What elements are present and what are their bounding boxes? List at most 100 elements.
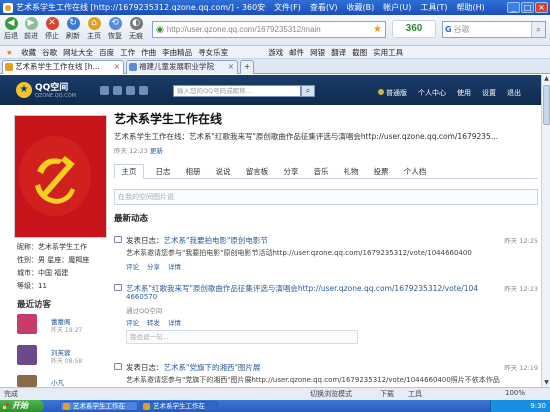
search-engine-icon[interactable]: G: [445, 25, 452, 34]
favorites-item[interactable]: 谷歌: [42, 47, 57, 58]
address-bar[interactable]: ◉ http://user.qzone.qq.com/1679235312/ma…: [152, 21, 386, 38]
favorites-item[interactable]: 李由精品: [162, 47, 192, 58]
forward-link[interactable]: 转发: [147, 317, 160, 327]
search-input[interactable]: 谷歌: [454, 24, 470, 35]
menu-tools[interactable]: 工具(T): [420, 2, 447, 13]
profile-avatar[interactable]: [14, 115, 107, 238]
favorites-item[interactable]: 截图: [352, 47, 367, 58]
new-tab-button[interactable]: +: [240, 60, 254, 74]
share-link[interactable]: 分享: [147, 261, 160, 271]
tab-vote[interactable]: 投票: [370, 165, 392, 179]
refresh-button[interactable]: ↻ 刷新: [63, 17, 83, 41]
favorites-item[interactable]: 游戏: [268, 47, 283, 58]
nav-logout[interactable]: 退出: [507, 88, 521, 98]
detail-link[interactable]: 详情: [168, 261, 181, 271]
game-icon[interactable]: [139, 86, 148, 95]
tab-home[interactable]: 主页: [114, 164, 144, 179]
app-icon[interactable]: [126, 86, 135, 95]
favorites-item[interactable]: 网银: [310, 47, 325, 58]
feed-title-link[interactable]: 艺术系"党旗下的湘西"图片展: [164, 363, 261, 372]
message-icon[interactable]: [113, 86, 122, 95]
360-logo[interactable]: 360: [392, 20, 436, 38]
avatar[interactable]: [17, 314, 37, 334]
qzone-search-button[interactable]: ⌕: [301, 85, 315, 97]
scroll-up-icon[interactable]: ▲: [543, 75, 550, 83]
tab-guestbook[interactable]: 留言板: [242, 165, 272, 179]
favorites-item[interactable]: 寻女乐室: [198, 47, 228, 58]
scroll-thumb[interactable]: [543, 85, 550, 125]
main-content: 艺术系学生工作在线 艺术系学生工作在线：艺术系"红歌我来写"原创歌曲作品征集评选…: [114, 107, 538, 387]
favorites-item[interactable]: ★ 收藏: [6, 47, 36, 58]
tab-close-icon[interactable]: ×: [228, 61, 234, 73]
favorites-item[interactable]: 作曲: [141, 47, 156, 58]
feed-title-continued[interactable]: 4660570: [126, 293, 157, 301]
status-update-link[interactable]: 更新: [150, 147, 163, 155]
bookmark-star-icon[interactable]: ★: [373, 24, 385, 35]
favorites-item[interactable]: 翻译: [331, 47, 346, 58]
qzone-search-input[interactable]: 输入您的QQ号码或昵称...: [173, 85, 301, 97]
comment-link[interactable]: 评论: [126, 261, 139, 271]
feed-title-link[interactable]: 艺术系"我要拍电影"原创电影节: [164, 236, 268, 245]
avatar[interactable]: [17, 345, 37, 365]
menu-file[interactable]: 文件(F): [274, 2, 301, 13]
favorites-item[interactable]: 邮件: [289, 47, 304, 58]
tab-blog[interactable]: 日志: [152, 165, 174, 179]
restore-button[interactable]: ⟲ 恢复: [105, 17, 125, 41]
maximize-button[interactable]: □: [521, 2, 534, 13]
start-button[interactable]: 开始: [0, 400, 44, 412]
tab-shuoshuo[interactable]: 说说: [212, 165, 234, 179]
tab-gifts[interactable]: 礼物: [340, 165, 362, 179]
qzone-logo[interactable]: ★ QQ空间 QZONE.QQ.COM: [16, 80, 76, 99]
search-box[interactable]: G 谷歌 ⌕: [442, 21, 546, 38]
avatar[interactable]: [17, 375, 37, 387]
forward-button[interactable]: ▶ 前进: [21, 17, 41, 41]
download-button[interactable]: 下载: [380, 389, 394, 399]
zoom-level[interactable]: 100%: [505, 389, 525, 397]
menu-account[interactable]: 帐户(U): [383, 2, 411, 13]
nav-personal-center[interactable]: 个人中心: [418, 88, 446, 98]
back-button[interactable]: ◀ 后退: [1, 17, 21, 41]
reply-input[interactable]: 我也说一句...: [126, 330, 358, 344]
tab-inactive[interactable]: 福建儿童发展职业学院 ×: [126, 60, 238, 74]
home-button[interactable]: ⌂ 主页: [84, 17, 104, 41]
nav-standard[interactable]: 普通版: [378, 88, 407, 98]
close-button[interactable]: ×: [535, 2, 548, 13]
tools-button[interactable]: 工具: [408, 389, 422, 399]
tab-favicon: [5, 63, 13, 71]
tab-close-icon[interactable]: ×: [114, 61, 120, 73]
visitor-item[interactable]: 刘芙蓉 昨天 08:58: [17, 345, 105, 367]
feed-title-link[interactable]: 艺术系"红歌我来写"原创歌曲作品征集评选与演唱会http://user.qzon…: [126, 283, 478, 294]
search-icon[interactable]: ⌕: [531, 22, 545, 37]
stop-button[interactable]: ✕ 停止: [42, 17, 62, 41]
user-icon[interactable]: [100, 86, 109, 95]
browse-mode-toggle[interactable]: 切换浏览模式: [310, 389, 352, 399]
tab-album[interactable]: 相册: [182, 165, 204, 179]
tab-share[interactable]: 分享: [280, 165, 302, 179]
menu-help[interactable]: 帮助(H): [457, 2, 485, 13]
favorites-item[interactable]: 实用工具: [373, 47, 403, 58]
vertical-scrollbar[interactable]: ▲ ▼: [541, 75, 550, 387]
blog-icon: [114, 236, 122, 243]
menu-view[interactable]: 查看(V): [310, 2, 338, 13]
taskbar-item[interactable]: 艺术系学生工作在: [60, 401, 138, 411]
favorites-item[interactable]: 网址大全: [63, 47, 93, 58]
tab-music[interactable]: 音乐: [310, 165, 332, 179]
scroll-down-icon[interactable]: ▼: [543, 379, 550, 387]
home-icon: ⌂: [87, 17, 101, 30]
incognito-button[interactable]: ◐ 无痕: [126, 17, 146, 41]
favorites-item[interactable]: 工作: [120, 47, 135, 58]
menu-favorites[interactable]: 收藏(B): [347, 2, 375, 13]
comment-link[interactable]: 评论: [126, 317, 139, 327]
favorites-item[interactable]: 百度: [99, 47, 114, 58]
status-input[interactable]: 在我的空间图片说: [114, 189, 538, 205]
visitor-item[interactable]: 蕾蕾阁 昨天 19:27: [17, 314, 105, 336]
minimize-button[interactable]: _: [507, 2, 520, 13]
tab-profile[interactable]: 个人档: [400, 165, 430, 179]
taskbar-item[interactable]: 艺术系学生工作在: [140, 401, 218, 411]
tab-active[interactable]: 艺术系学生工作在线 [h... ×: [2, 60, 124, 74]
nav-use[interactable]: 使用: [457, 88, 471, 98]
feed-body: 艺术系邀请您参与"我要拍电影"原创电影节活动http://user.qzone.…: [126, 249, 472, 257]
detail-link[interactable]: 详情: [168, 317, 181, 327]
mode-icon: [378, 89, 384, 95]
nav-settings[interactable]: 设置: [482, 88, 496, 98]
